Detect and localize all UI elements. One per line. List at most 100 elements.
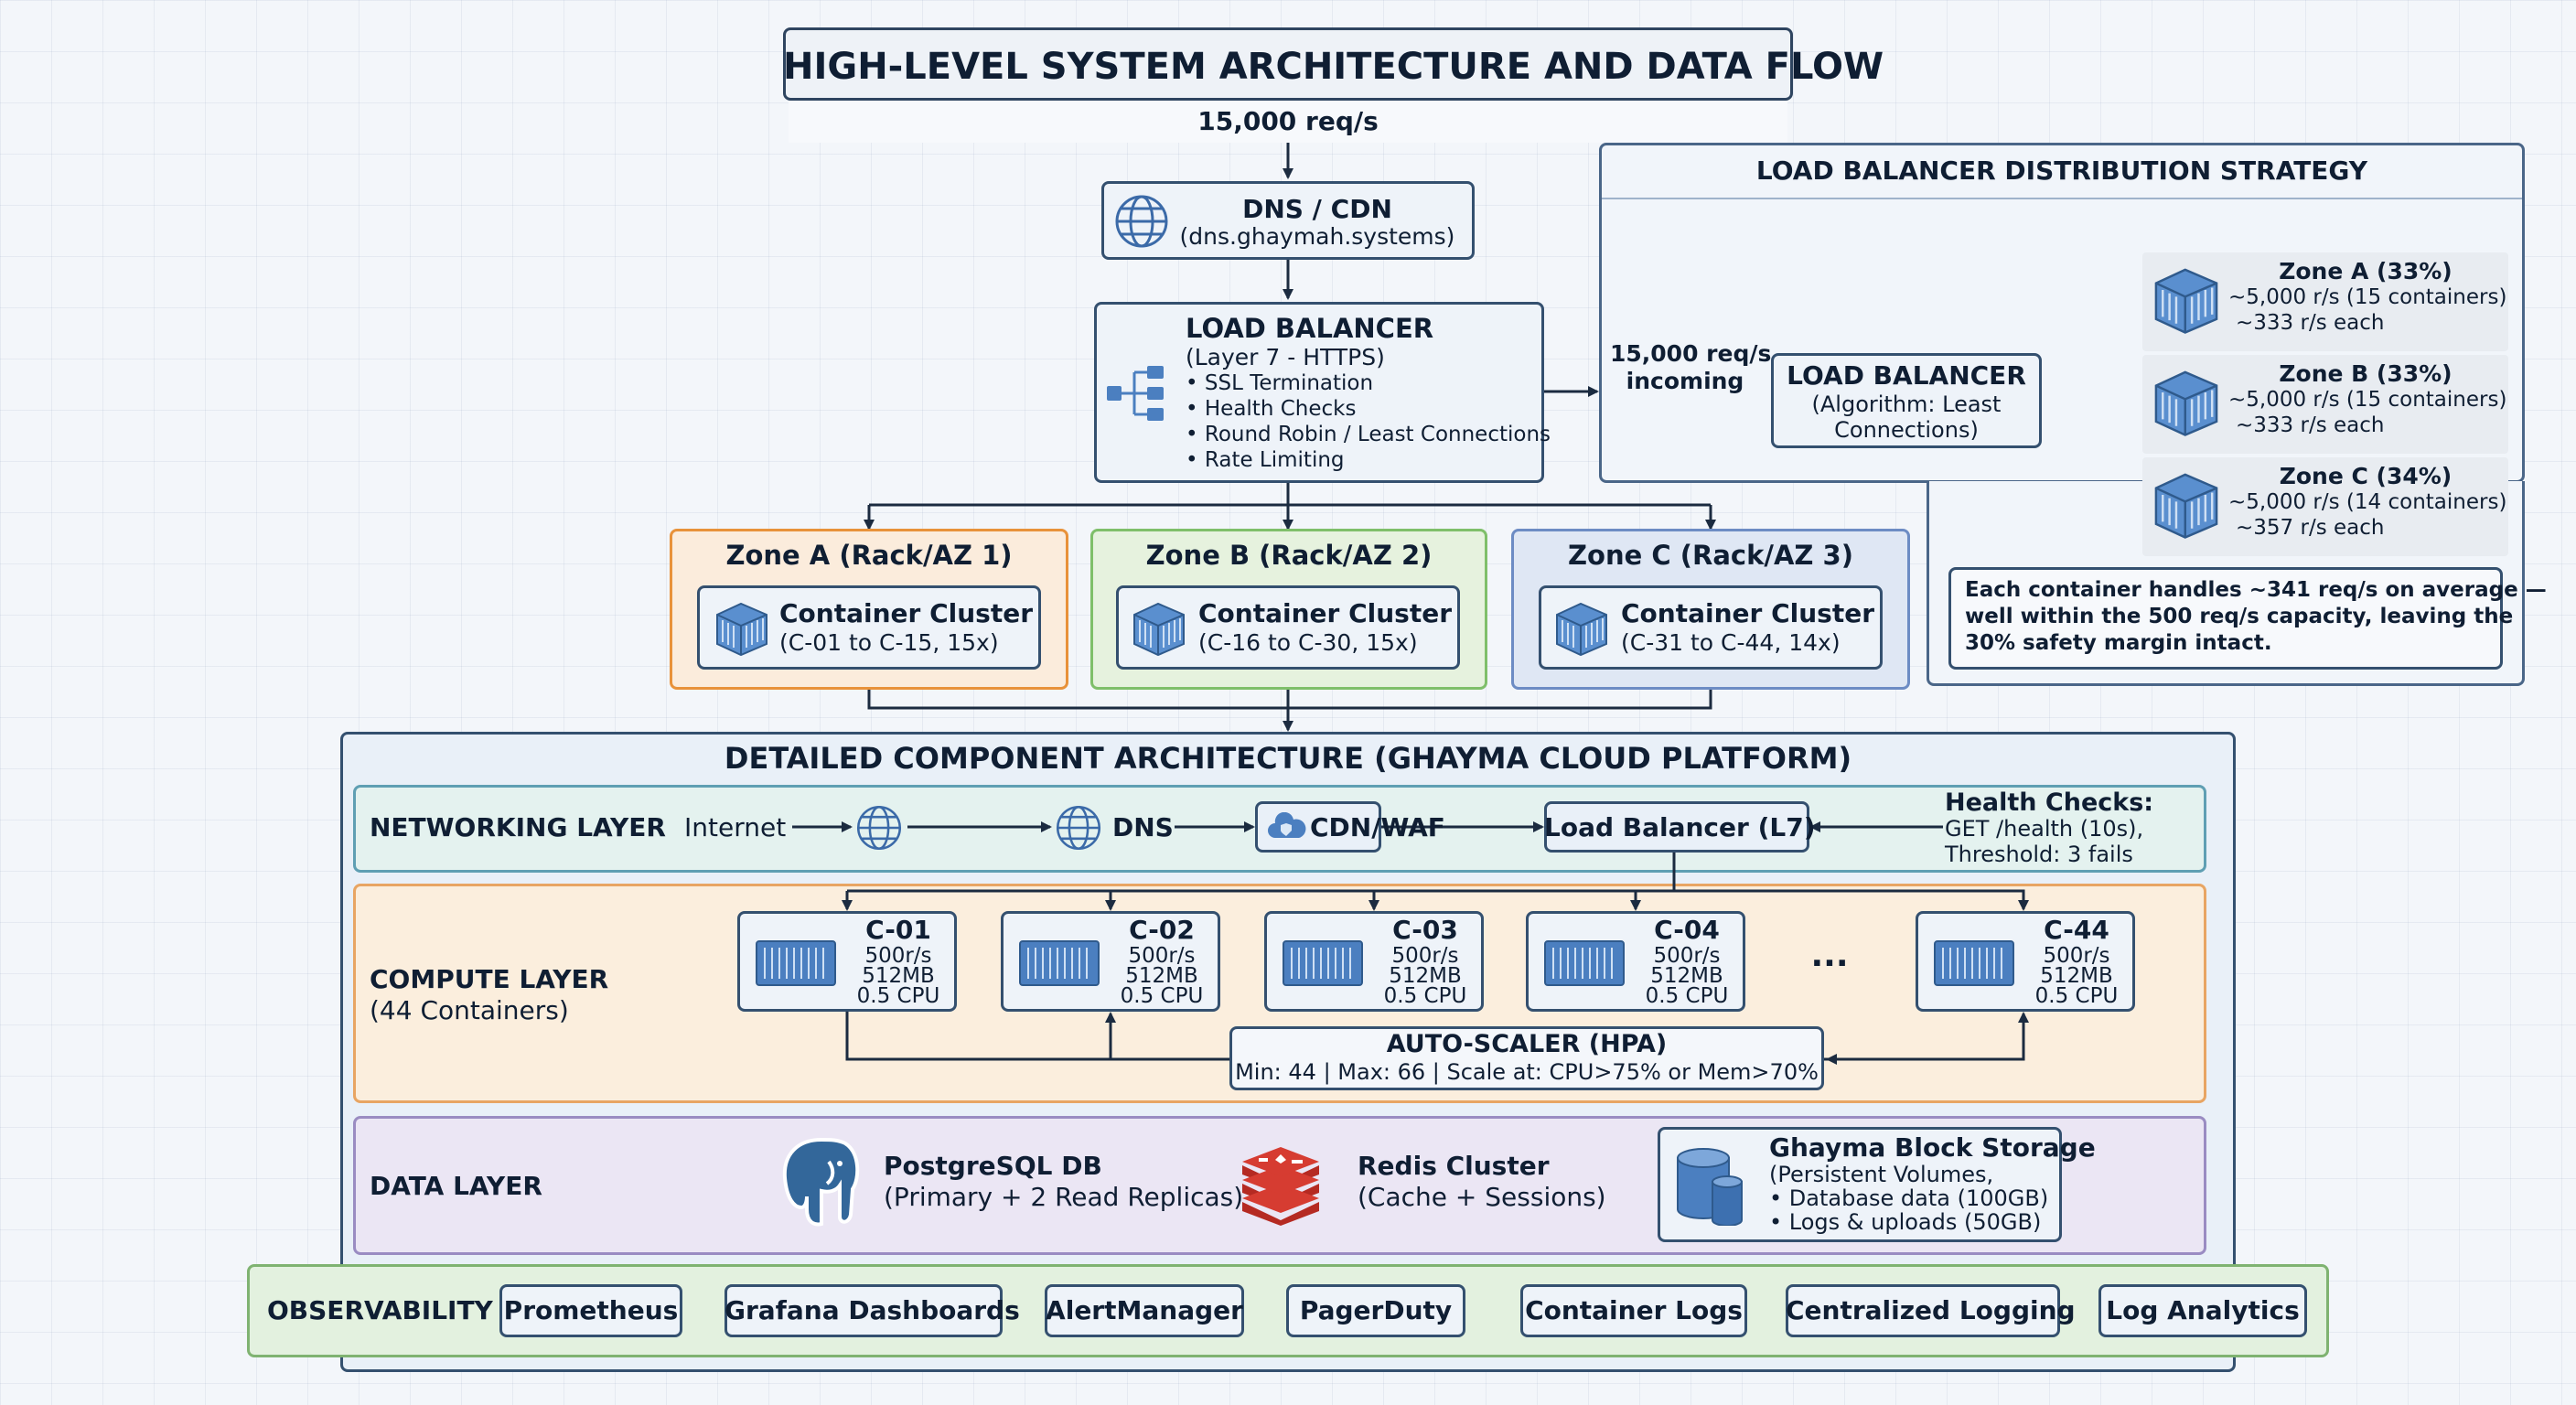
- zone-merge: [867, 688, 1712, 710]
- obs-label: PagerDuty: [1299, 1295, 1453, 1325]
- cdn-waf-label: CDN/WAF: [1310, 812, 1445, 842]
- dns-domain: (dns.ghaymah.systems): [1179, 223, 1455, 250]
- server-rack-icon: [1934, 940, 2014, 986]
- container-icon: [2154, 473, 2218, 539]
- zone-b-title: Zone B (Rack/AZ 2): [1145, 540, 1433, 571]
- storage-line: • Database data (100GB): [1769, 1185, 2049, 1211]
- container-icon: [716, 602, 767, 657]
- strategy-zone-title: Zone B (33%): [2279, 360, 2453, 387]
- storage-line: • Logs & uploads (50GB): [1769, 1209, 2042, 1235]
- health-checks-line: GET /health (10s),: [1945, 816, 2144, 842]
- lb-feature: • Health Checks: [1186, 397, 1357, 421]
- strategy-incoming-rate: 15,000 req/s: [1610, 340, 1772, 367]
- redis-subtitle: (Cache + Sessions): [1358, 1182, 1606, 1212]
- redis-title: Redis Cluster: [1358, 1151, 1550, 1181]
- strategy-lb-title: LOAD BALANCER: [1787, 360, 2026, 391]
- strategy-note-line: well within the 500 req/s capacity, leav…: [1965, 605, 2514, 628]
- server-rack-icon: [1544, 940, 1625, 986]
- container-id: C-02: [1129, 915, 1195, 945]
- redis-icon: [1242, 1147, 1319, 1226]
- zone-a-range: (C-01 to C-15, 15x): [779, 629, 999, 656]
- health-checks-line: Threshold: 3 fails: [1945, 842, 2133, 867]
- strategy-lb-algo: (Algorithm: Least: [1811, 391, 2002, 417]
- strategy-zone-title: Zone C (34%): [2279, 463, 2453, 489]
- storage-title: Ghayma Block Storage: [1769, 1132, 2096, 1163]
- zone-a-title: Zone A (Rack/AZ 1): [725, 540, 1013, 571]
- zone-c-cluster-title: Container Cluster: [1621, 598, 1875, 628]
- health-checks-title: Health Checks:: [1945, 788, 2154, 817]
- lb-zone-split: [869, 483, 1711, 507]
- container-icon: [2154, 268, 2218, 334]
- strategy-zone-line: ~5,000 r/s (15 containers): [2228, 388, 2507, 412]
- strategy-zone-line: ~333 r/s each: [2236, 311, 2385, 335]
- strategy-title-rule: [1602, 198, 2522, 199]
- container-id: C-04: [1654, 915, 1720, 945]
- strategy-zone-title: Zone A (33%): [2279, 258, 2453, 284]
- data-layer-label: DATA LAYER: [370, 1171, 542, 1201]
- page-title: HIGH-LEVEL SYSTEM ARCHITECTURE AND DATA …: [783, 46, 1884, 88]
- obs-label: Grafana Dashboards: [724, 1295, 1020, 1325]
- load-balancer-icon: [1107, 366, 1164, 421]
- strategy-zone-line: ~5,000 r/s (15 containers): [2228, 285, 2507, 309]
- globe-icon: [856, 805, 902, 851]
- obs-label: Log Analytics: [2106, 1295, 2300, 1325]
- strategy-title: LOAD BALANCER DISTRIBUTION STRATEGY: [1755, 156, 2368, 186]
- lb-feature: • Rate Limiting: [1186, 448, 1345, 472]
- container-ellipsis: ...: [1810, 937, 1849, 974]
- container-cpu: 0.5 CPU: [1383, 984, 1467, 1008]
- autoscaler-link-c01: [845, 1012, 1229, 1061]
- detail-title: DETAILED COMPONENT ARCHITECTURE (GHAYMA …: [724, 741, 1852, 776]
- incoming-rate: 15,000 req/s: [1197, 106, 1379, 136]
- autoscaler-title: AUTO-SCALER (HPA): [1386, 1030, 1668, 1058]
- lb-subtitle: (Layer 7 - HTTPS): [1186, 344, 1385, 370]
- container-cpu: 0.5 CPU: [1120, 984, 1204, 1008]
- strategy-zone-line: ~357 r/s each: [2236, 516, 2385, 540]
- net-dns-label: DNS: [1112, 812, 1174, 842]
- zone-a-cluster-title: Container Cluster: [779, 598, 1034, 628]
- strategy-zone-line: ~333 r/s each: [2236, 413, 2385, 437]
- container-id: C-01: [865, 915, 931, 945]
- lb-feature: • SSL Termination: [1186, 371, 1374, 395]
- autoscaler-detail: Min: 44 | Max: 66 | Scale at: CPU>75% or…: [1235, 1059, 1819, 1085]
- strategy-incoming-label: incoming: [1626, 368, 1744, 394]
- autoscaler-link-c44: [1824, 1012, 2029, 1061]
- zone-c-title: Zone C (Rack/AZ 3): [1568, 540, 1853, 571]
- obs-label: Prometheus: [503, 1295, 679, 1325]
- strategy-note-line: Each container handles ~341 req/s on ave…: [1965, 578, 2547, 602]
- strategy-zone-line: ~5,000 r/s (14 containers): [2228, 490, 2507, 514]
- globe-icon: [1115, 195, 1168, 248]
- container-icon: [2154, 370, 2218, 436]
- observability-label: OBSERVABILITY: [267, 1295, 493, 1325]
- lb-container-bus: [847, 853, 1676, 909]
- net-lb-label: Load Balancer (L7): [1544, 812, 1816, 842]
- postgres-subtitle: (Primary + 2 Read Replicas): [884, 1182, 1244, 1212]
- zone-c-range: (C-31 to C-44, 14x): [1621, 629, 1841, 656]
- cloud-shield-icon: [1268, 812, 1306, 838]
- container-icon: [1133, 602, 1185, 657]
- postgres-title: PostgreSQL DB: [884, 1151, 1102, 1181]
- postgresql-elephant-icon: [782, 1137, 860, 1227]
- obs-label: AlertManager: [1046, 1295, 1243, 1325]
- compute-label: COMPUTE LAYER: [370, 964, 609, 994]
- dns-title: DNS / CDN: [1242, 194, 1392, 224]
- container-cpu: 0.5 CPU: [856, 984, 940, 1008]
- storage-subtitle: (Persistent Volumes,: [1769, 1162, 1994, 1187]
- container-icon: [1556, 602, 1607, 657]
- lb-title: LOAD BALANCER: [1186, 313, 1434, 344]
- container-id: C-03: [1392, 915, 1458, 945]
- internet-label: Internet: [684, 812, 787, 842]
- server-rack-icon: [1019, 940, 1100, 986]
- compute-sublabel: (44 Containers): [370, 995, 569, 1025]
- container-cpu: 0.5 CPU: [2034, 984, 2119, 1008]
- strategy-lb-algo: Connections): [1834, 417, 1979, 443]
- zone-b-cluster-title: Container Cluster: [1198, 598, 1453, 628]
- zone-b-range: (C-16 to C-30, 15x): [1198, 629, 1418, 656]
- lb-feature: • Round Robin / Least Connections: [1186, 423, 1551, 446]
- obs-label: Container Logs: [1525, 1295, 1743, 1325]
- database-cylinder-icon: [1677, 1148, 1743, 1226]
- globe-icon: [1056, 805, 1101, 851]
- obs-label: Centralized Logging: [1786, 1295, 2076, 1325]
- container-id: C-44: [2044, 915, 2109, 945]
- server-rack-icon: [1283, 940, 1363, 986]
- strategy-note-line: 30% safety margin intact.: [1965, 631, 2272, 655]
